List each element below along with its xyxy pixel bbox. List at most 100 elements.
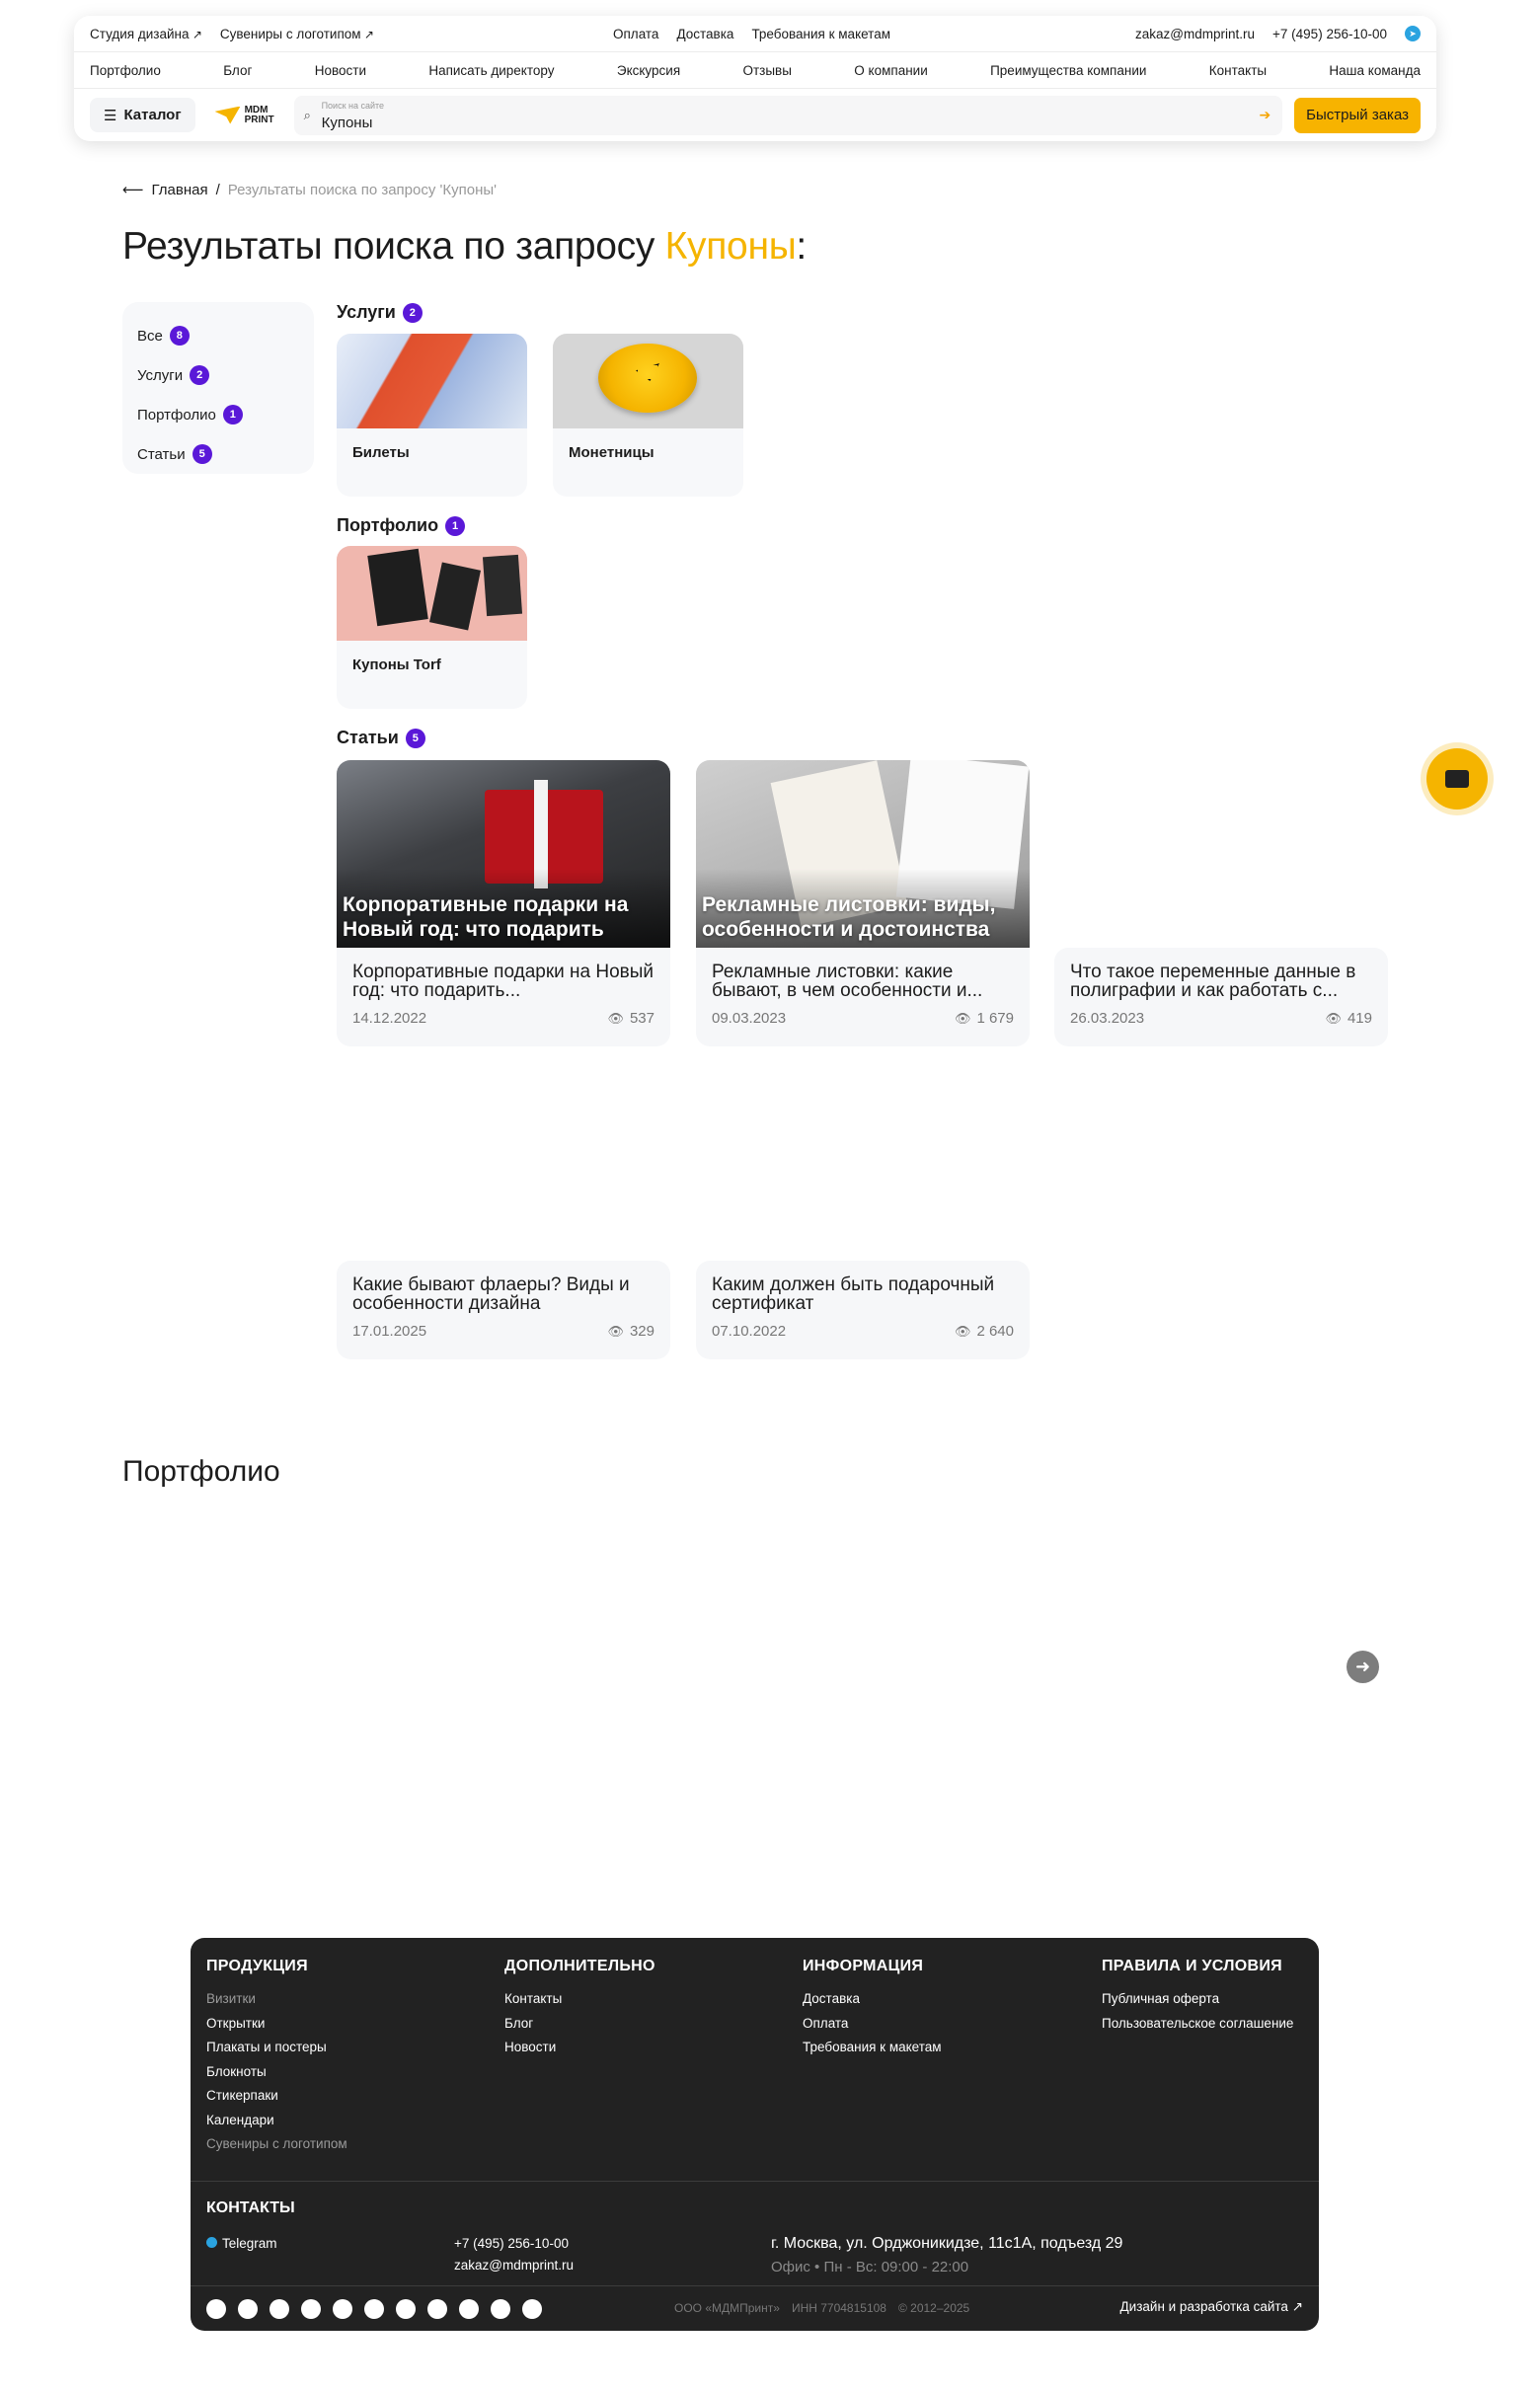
- footer-link[interactable]: Блокноты: [206, 2064, 347, 2089]
- nav-team[interactable]: Наша команда: [1329, 63, 1421, 78]
- filter-services[interactable]: Услуги 2: [137, 355, 299, 395]
- search-input[interactable]: ⌕ Поиск на сайте Купоны ➔: [293, 95, 1283, 135]
- eye-icon: 👁: [954, 1324, 971, 1339]
- section-label: Портфолио: [337, 515, 439, 535]
- footer-link[interactable]: Календари: [206, 2113, 347, 2137]
- chat-button[interactable]: [1426, 748, 1488, 810]
- design-studio-link[interactable]: Студия дизайна: [90, 27, 202, 41]
- nav-portfolio[interactable]: Портфолио: [90, 63, 161, 78]
- chat-icon: [1445, 770, 1469, 788]
- service-card-coin-holders[interactable]: Монетницы: [553, 334, 743, 497]
- article-card[interactable]: Рекламные листовки: виды, особенности и …: [696, 760, 1030, 1046]
- developer-link[interactable]: Дизайн и разработка сайта ↗: [1120, 2299, 1303, 2315]
- article-image: Корпоративные подарки на Новый год: что …: [337, 760, 670, 948]
- page-title: Результаты поиска по запросу Купоны:: [122, 225, 807, 269]
- count-badge: 2: [402, 302, 423, 323]
- arrow-right-icon[interactable]: ➔: [1259, 107, 1270, 123]
- footer-link[interactable]: Контакты: [504, 1991, 655, 2016]
- requirements-link[interactable]: Требования к макетам: [751, 27, 890, 41]
- card-title: Купоны Torf: [352, 656, 441, 673]
- phone-link[interactable]: +7 (495) 256-10-00: [1272, 27, 1387, 41]
- article-views: 👁 1 679: [955, 1010, 1014, 1027]
- footer-email[interactable]: zakaz@mdmprint.ru: [454, 2258, 574, 2273]
- footer-link[interactable]: Сувениры с логотипом: [206, 2136, 347, 2161]
- legal-info: ООО «МДМПринт» ИНН 7704815108 © 2012–202…: [674, 2301, 969, 2315]
- youtube-icon[interactable]: [301, 2299, 321, 2319]
- carousel-next-button[interactable]: ➜: [1347, 1651, 1379, 1683]
- quick-order-button[interactable]: Быстрый заказ: [1294, 97, 1421, 133]
- nav-write-director[interactable]: Написать директору: [428, 63, 554, 78]
- service-card-tickets[interactable]: Билеты: [337, 334, 527, 497]
- site-logo[interactable]: MDM PRINT: [207, 105, 282, 125]
- article-image: Рекламные листовки: виды, особенности и …: [696, 760, 1030, 948]
- count-badge: 8: [169, 326, 190, 346]
- souvenirs-link[interactable]: Сувениры с логотипом: [220, 27, 374, 41]
- nav-advantages[interactable]: Преимущества компании: [990, 63, 1146, 78]
- filter-all[interactable]: Все 8: [137, 316, 299, 355]
- footer-phone[interactable]: +7 (495) 256-10-00: [454, 2236, 569, 2251]
- telegram-link[interactable]: Telegram: [206, 2236, 277, 2251]
- nav-news[interactable]: Новости: [315, 63, 366, 78]
- article-date: 26.03.2023: [1070, 1010, 1145, 1027]
- footer-col-products: ПРОДУКЦИЯ Визитки Открытки Плакаты и пос…: [206, 1958, 347, 2161]
- footer-link[interactable]: Оплата: [803, 2016, 942, 2041]
- footer-col-info: ИНФОРМАЦИЯ Доставка Оплата Требования к …: [803, 1958, 942, 2064]
- article-title: Корпоративные подарки на Новый год: что …: [352, 963, 654, 1000]
- filter-articles[interactable]: Статьи 5: [137, 434, 299, 474]
- nav-blog[interactable]: Блог: [223, 63, 252, 78]
- article-views: 👁 329: [607, 1323, 654, 1340]
- article-views: 👁 537: [607, 1010, 654, 1027]
- filter-label: Услуги: [137, 366, 184, 384]
- payment-link[interactable]: Оплата: [613, 27, 658, 41]
- footer-link[interactable]: Требования к макетам: [803, 2040, 942, 2064]
- footer-link[interactable]: Доставка: [803, 1991, 942, 2016]
- dzen-icon[interactable]: [364, 2299, 384, 2319]
- company-name: ООО «МДМПринт»: [674, 2301, 780, 2315]
- footer-link[interactable]: Открытки: [206, 2016, 347, 2041]
- email-link[interactable]: zakaz@mdmprint.ru: [1135, 27, 1255, 41]
- back-arrow-icon[interactable]: ⟵: [122, 181, 144, 198]
- article-card[interactable]: Каким должен быть подарочный сертификат …: [696, 1073, 1030, 1359]
- tiktok-icon[interactable]: [427, 2299, 447, 2319]
- article-card[interactable]: Что такое переменные данные в полиграфии…: [1054, 760, 1388, 1046]
- views-count: 329: [629, 1323, 654, 1340]
- vk-icon[interactable]: [238, 2299, 258, 2319]
- vc-icon[interactable]: [491, 2299, 510, 2319]
- footer-divider: [191, 2181, 1319, 2182]
- card-title: Монетницы: [569, 444, 654, 461]
- main-nav: Портфолио Блог Новости Написать директор…: [74, 52, 1436, 89]
- title-prefix: Результаты поиска по запросу: [122, 225, 665, 268]
- footer-link[interactable]: Визитки: [206, 1991, 347, 2016]
- catalog-button[interactable]: ☰ Каталог: [90, 98, 195, 132]
- article-title: Какие бывают флаеры? Виды и особенности …: [352, 1275, 630, 1313]
- footer-link[interactable]: Блог: [504, 2016, 655, 2041]
- rutube-icon[interactable]: [333, 2299, 352, 2319]
- pinterest-icon[interactable]: [396, 2299, 416, 2319]
- footer-link[interactable]: Новости: [504, 2040, 655, 2064]
- telegram-icon[interactable]: [206, 2299, 226, 2319]
- footer-link[interactable]: Пользовательское соглашение: [1102, 2016, 1293, 2041]
- breadcrumb-home[interactable]: Главная: [152, 182, 208, 198]
- footer-link[interactable]: Публичная оферта: [1102, 1991, 1293, 2016]
- nav-excursion[interactable]: Экскурсия: [617, 63, 680, 78]
- nav-contacts[interactable]: Контакты: [1209, 63, 1267, 78]
- article-date: 14.12.2022: [352, 1010, 427, 1027]
- article-card[interactable]: Какие бывают флаеры? Виды и особенности …: [337, 1073, 670, 1359]
- odnoklassniki-icon[interactable]: [459, 2299, 479, 2319]
- filter-portfolio[interactable]: Портфолио 1: [137, 395, 299, 434]
- telegram-label: Telegram: [222, 2236, 277, 2251]
- delivery-link[interactable]: Доставка: [676, 27, 733, 41]
- threads-icon[interactable]: [522, 2299, 542, 2319]
- portfolio-card-torf[interactable]: Купоны Torf: [337, 546, 527, 709]
- footer-col-title: ПРАВИЛА И УСЛОВИЯ: [1102, 1958, 1282, 1974]
- nav-reviews[interactable]: Отзывы: [742, 63, 791, 78]
- footer-link[interactable]: Плакаты и постеры: [206, 2040, 347, 2064]
- telegram-icon[interactable]: ➤: [1405, 26, 1421, 41]
- article-card[interactable]: Корпоративные подарки на Новый год: что …: [337, 760, 670, 1046]
- footer-link[interactable]: Стикерпаки: [206, 2088, 347, 2113]
- title-query: Купоны: [664, 225, 797, 268]
- search-placeholder: Поиск на сайте: [321, 100, 385, 111]
- nav-about[interactable]: О компании: [854, 63, 927, 78]
- footer-col-title: ДОПОЛНИТЕЛЬНО: [504, 1958, 655, 1974]
- instagram-icon[interactable]: [270, 2299, 289, 2319]
